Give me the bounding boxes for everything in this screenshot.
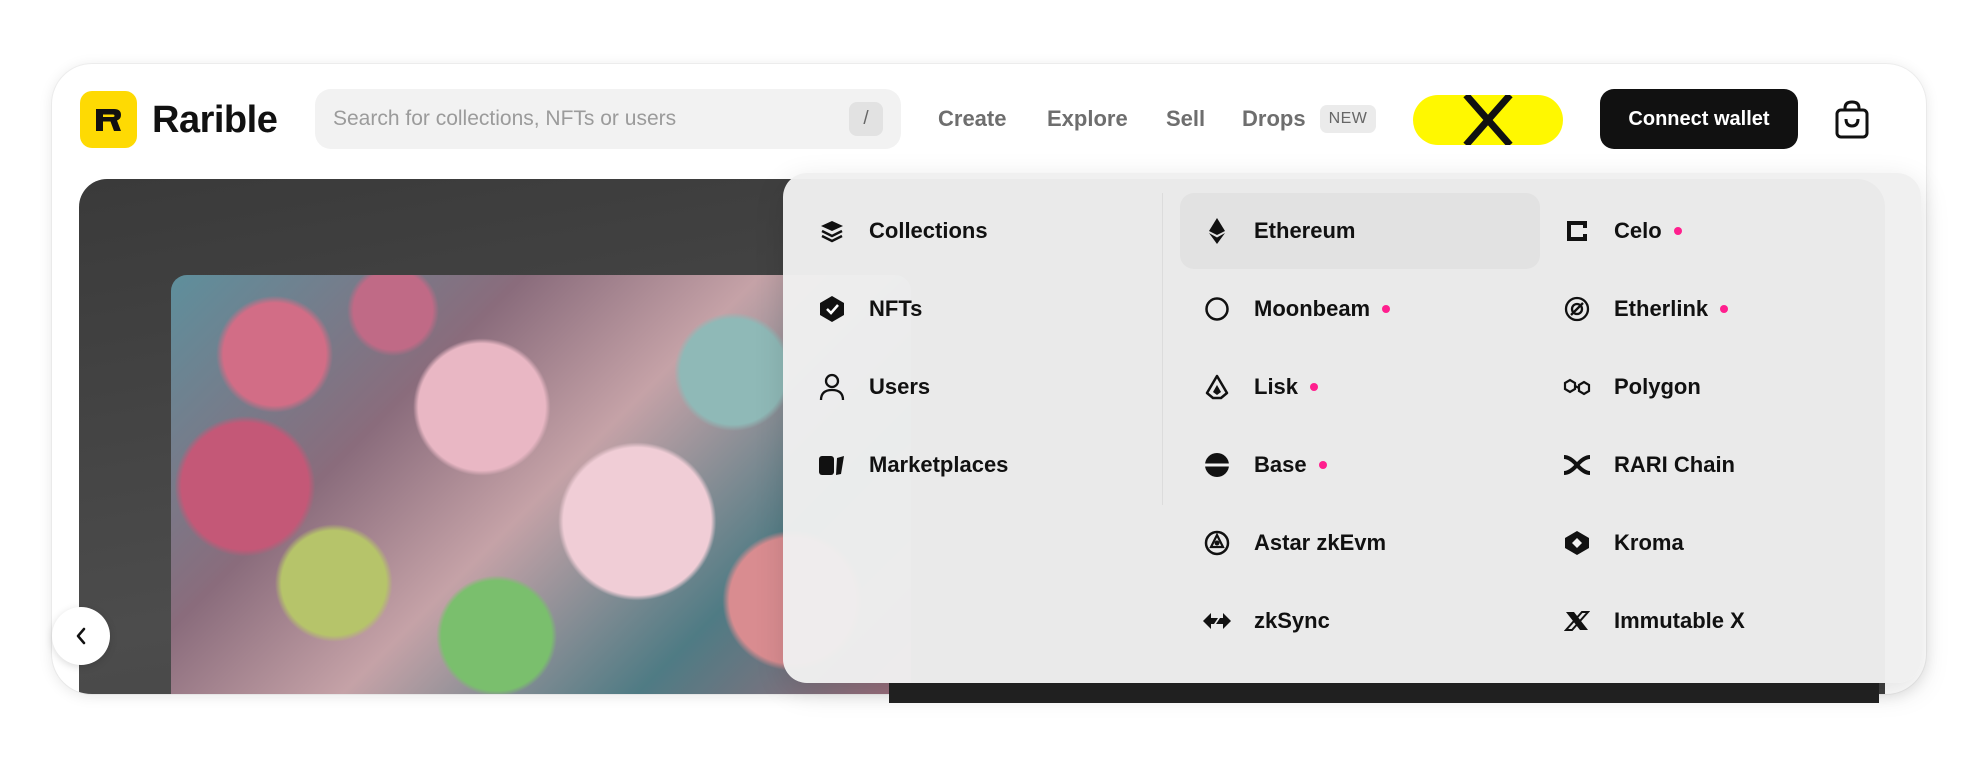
- chain-zksync[interactable]: zkSync: [1180, 583, 1540, 659]
- new-indicator-dot: [1720, 305, 1729, 313]
- connect-wallet-button[interactable]: Connect wallet: [1600, 89, 1798, 149]
- chain-ethereum[interactable]: Ethereum: [1180, 193, 1540, 269]
- hexagon-check-icon: [817, 294, 847, 324]
- new-indicator-dot: [1318, 461, 1327, 469]
- kroma-icon: [1562, 528, 1592, 558]
- brand-name[interactable]: Rarible: [152, 94, 278, 146]
- chain-celo[interactable]: Celo: [1540, 193, 1900, 269]
- chain-polygon[interactable]: Polygon: [1540, 349, 1900, 425]
- drops-new-badge: NEW: [1320, 105, 1376, 133]
- search-category-dropdown: Collections NFTs Users Marketplaces Ethe…: [783, 173, 1921, 683]
- search-bar[interactable]: /: [315, 89, 901, 149]
- polygon-icon: [1562, 372, 1592, 402]
- chain-etherlink[interactable]: Etherlink: [1540, 271, 1900, 347]
- base-icon: [1202, 450, 1232, 480]
- carousel-prev-button[interactable]: [52, 607, 110, 665]
- astar-icon: [1202, 528, 1232, 558]
- chain-astar-zkevm[interactable]: Astar zkEvm: [1180, 505, 1540, 581]
- category-nfts[interactable]: NFTs: [795, 271, 1145, 347]
- zksync-icon: [1202, 606, 1232, 636]
- chain-immutable-x[interactable]: Immutable X: [1540, 583, 1900, 659]
- chevron-left-icon: [76, 627, 86, 645]
- moonbeam-icon: [1202, 294, 1232, 324]
- category-collections[interactable]: Collections: [795, 193, 1145, 269]
- layers-icon: [817, 216, 847, 246]
- dropdown-divider: [1162, 193, 1163, 505]
- nav-sell[interactable]: Sell: [1166, 102, 1205, 136]
- chain-base[interactable]: Base: [1180, 427, 1540, 503]
- user-icon: [817, 372, 847, 402]
- search-input[interactable]: [333, 107, 813, 131]
- etherlink-icon: [1562, 294, 1592, 324]
- category-marketplaces[interactable]: Marketplaces: [795, 427, 1145, 503]
- search-shortcut-key: /: [849, 102, 883, 136]
- nav-create[interactable]: Create: [938, 102, 1006, 136]
- new-indicator-dot: [1673, 227, 1682, 235]
- ethereum-icon: [1202, 216, 1232, 246]
- x-logo-icon: [1463, 95, 1513, 145]
- new-indicator-dot: [1382, 305, 1391, 313]
- marketplace-icon: [817, 450, 847, 480]
- chain-kroma[interactable]: Kroma: [1540, 505, 1900, 581]
- nav-drops[interactable]: Drops: [1242, 102, 1306, 136]
- lisk-icon: [1202, 372, 1232, 402]
- shopping-bag-icon[interactable]: [1832, 99, 1872, 141]
- celo-icon: [1562, 216, 1592, 246]
- chain-rari-chain[interactable]: RARI Chain: [1540, 427, 1900, 503]
- hero-info-panel: [889, 683, 1879, 703]
- category-users[interactable]: Users: [795, 349, 1145, 425]
- new-indicator-dot: [1310, 383, 1319, 391]
- rarible-logo-icon[interactable]: [80, 91, 137, 148]
- chain-moonbeam[interactable]: Moonbeam: [1180, 271, 1540, 347]
- immutable-x-icon: [1562, 606, 1592, 636]
- rari-chain-icon: [1562, 450, 1592, 480]
- promo-x-button[interactable]: [1413, 95, 1563, 145]
- nav-explore[interactable]: Explore: [1047, 102, 1128, 136]
- chain-lisk[interactable]: Lisk: [1180, 349, 1540, 425]
